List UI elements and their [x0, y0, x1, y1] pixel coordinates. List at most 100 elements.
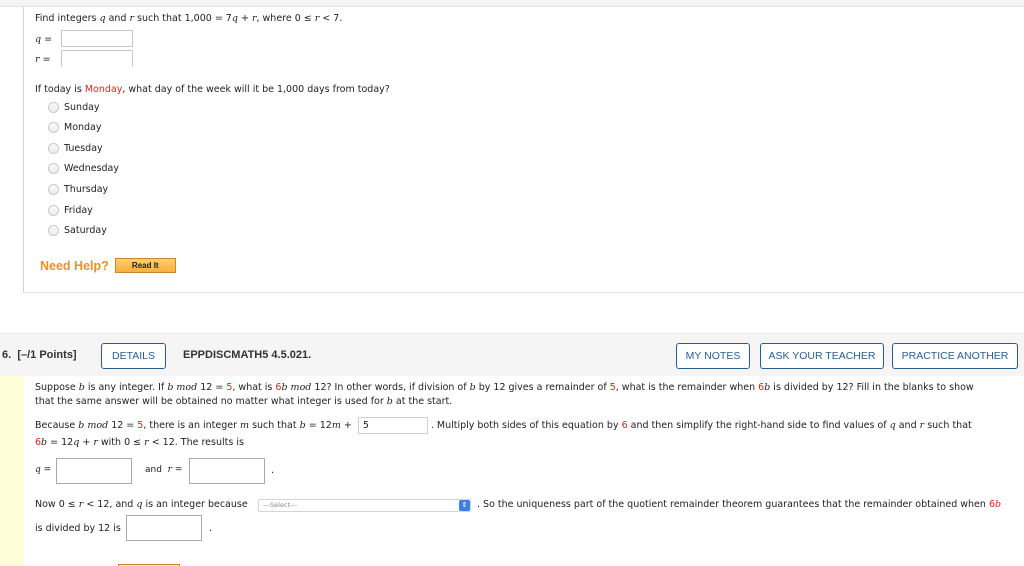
period: .: [209, 523, 213, 534]
text: is divided by 12? Fill in the blanks to …: [770, 382, 974, 393]
text: 12 =: [197, 382, 227, 393]
final-remainder-input[interactable]: [126, 515, 202, 541]
r-input[interactable]: [189, 458, 265, 484]
details-button[interactable]: DETAILS: [101, 343, 166, 369]
text: = 12: [47, 437, 74, 448]
option-sunday[interactable]: Sunday: [48, 102, 100, 113]
option-saturday[interactable]: Saturday: [48, 225, 107, 236]
var-b-mod: b mod: [167, 382, 198, 393]
var-q: q: [35, 34, 42, 45]
radio-button[interactable]: [48, 184, 59, 195]
text: . Multiply both sides of this equation b…: [430, 420, 622, 431]
text: Because: [35, 420, 79, 431]
question-6-header: 6. [–/1 Points] DETAILS EPPDISCMATH5 4.5…: [0, 333, 1024, 376]
text: and: [895, 420, 920, 431]
ask-your-teacher-button[interactable]: ASK YOUR TEACHER: [760, 343, 884, 369]
divided-line: is divided by 12 is: [35, 523, 121, 534]
option-monday[interactable]: Monday: [48, 122, 102, 133]
text: and then simplify the right-hand side to…: [627, 420, 890, 431]
option-label: Friday: [64, 205, 93, 216]
number-label: 6.: [2, 349, 12, 361]
var-m: m: [331, 420, 341, 431]
text: 12? In other words, if division of: [311, 382, 470, 393]
question-5-panel: Find integers q and r such that 1,000 = …: [23, 7, 1024, 293]
option-label: Tuesday: [64, 143, 103, 154]
var-r: r: [35, 54, 40, 65]
var-r: r =: [167, 465, 183, 475]
prompt-text: , where 0 ≤: [256, 13, 315, 24]
period: .: [271, 465, 275, 476]
q5-q-input[interactable]: [61, 30, 133, 47]
var-m: m: [240, 420, 250, 431]
q5-r-input[interactable]: [61, 50, 133, 67]
q5-day-prompt: If today is Monday, what day of the week…: [35, 84, 390, 95]
q5-q-label: q =: [35, 34, 52, 45]
prompt-text: such that 1,000 = 7: [134, 13, 232, 24]
prompt-text: If today is: [35, 84, 85, 95]
q-label: q =: [35, 465, 51, 475]
option-friday[interactable]: Friday: [48, 205, 93, 216]
option-label: Wednesday: [64, 163, 120, 174]
text: is any integer. If: [84, 382, 168, 393]
select-value: ---Select---: [263, 501, 298, 509]
intro-line-1: Suppose b is any integer. If b mod 12 = …: [35, 382, 974, 393]
radio-button[interactable]: [48, 163, 59, 174]
result-line: 6b = 12q + r with 0 ≤ r < 12. The result…: [35, 437, 244, 448]
option-label: Thursday: [64, 184, 109, 195]
text: , what is: [232, 382, 276, 393]
option-label: Saturday: [64, 225, 107, 236]
option-tuesday[interactable]: Tuesday: [48, 143, 103, 154]
text: +: [340, 420, 355, 431]
text: +: [79, 437, 94, 448]
prompt-text: Find integers: [35, 13, 100, 24]
points-label: [–/1 Points]: [17, 349, 77, 361]
reason-select[interactable]: ---Select--- ⇕: [258, 499, 471, 512]
radio-button[interactable]: [48, 143, 59, 154]
read-it-button[interactable]: Read It: [114, 258, 176, 273]
question-6-body: Suppose b is any integer. If b mod 12 = …: [0, 376, 1024, 566]
text: . So the uniqueness part of the quotient…: [477, 499, 989, 510]
uniqueness-line: . So the uniqueness part of the quotient…: [477, 499, 1001, 510]
q5-r-label: r =: [35, 54, 51, 65]
radio-button[interactable]: [48, 225, 59, 236]
radio-button[interactable]: [48, 205, 59, 216]
text: 12 =: [108, 420, 138, 431]
prompt-text: and: [105, 13, 130, 24]
text: and: [145, 465, 162, 475]
text: Suppose: [35, 382, 79, 393]
select-arrows-icon[interactable]: ⇕: [459, 500, 470, 511]
text: at the start.: [392, 396, 453, 407]
text: < 12. The results is: [148, 437, 244, 448]
prompt-text: < 7.: [319, 13, 343, 24]
text: , there is an integer: [143, 420, 241, 431]
option-thursday[interactable]: Thursday: [48, 184, 108, 195]
question-number: 6. [–/1 Points]: [2, 349, 77, 361]
var-b: b: [994, 499, 1002, 510]
var-q: q =: [35, 465, 52, 475]
option-wednesday[interactable]: Wednesday: [48, 163, 119, 174]
radio-button[interactable]: [48, 102, 59, 113]
text: is an integer because: [142, 499, 248, 510]
text: < 12, and: [83, 499, 137, 510]
prompt-text: , what day of the week will it be 1,000 …: [122, 84, 390, 95]
option-label: Monday: [64, 122, 102, 133]
radio-button[interactable]: [48, 122, 59, 133]
question-code: EPPDISCMATH5 4.5.021.: [183, 349, 312, 361]
remainder-input[interactable]: 5: [357, 417, 428, 434]
top-strip: [0, 0, 1024, 7]
text: by 12 gives a remainder of: [475, 382, 610, 393]
text: such that: [249, 420, 300, 431]
text: = 12: [305, 420, 332, 431]
equals-sign: =: [42, 54, 51, 65]
text: that the same answer will be obtained no…: [35, 396, 387, 407]
option-label: Sunday: [64, 102, 100, 113]
now-line: Now 0 ≤ r < 12, and q is an integer beca…: [35, 499, 248, 510]
my-notes-button[interactable]: MY NOTES: [676, 343, 750, 369]
text: with 0 ≤: [97, 437, 145, 448]
q-input[interactable]: [56, 458, 132, 484]
practice-another-button[interactable]: PRACTICE ANOTHER: [892, 343, 1018, 369]
var-b-mod: b mod: [78, 420, 109, 431]
text: Now 0 ≤: [35, 499, 79, 510]
intro-line-2: that the same answer will be obtained no…: [35, 396, 452, 407]
q5-prompt: Find integers q and r such that 1,000 = …: [35, 13, 342, 24]
